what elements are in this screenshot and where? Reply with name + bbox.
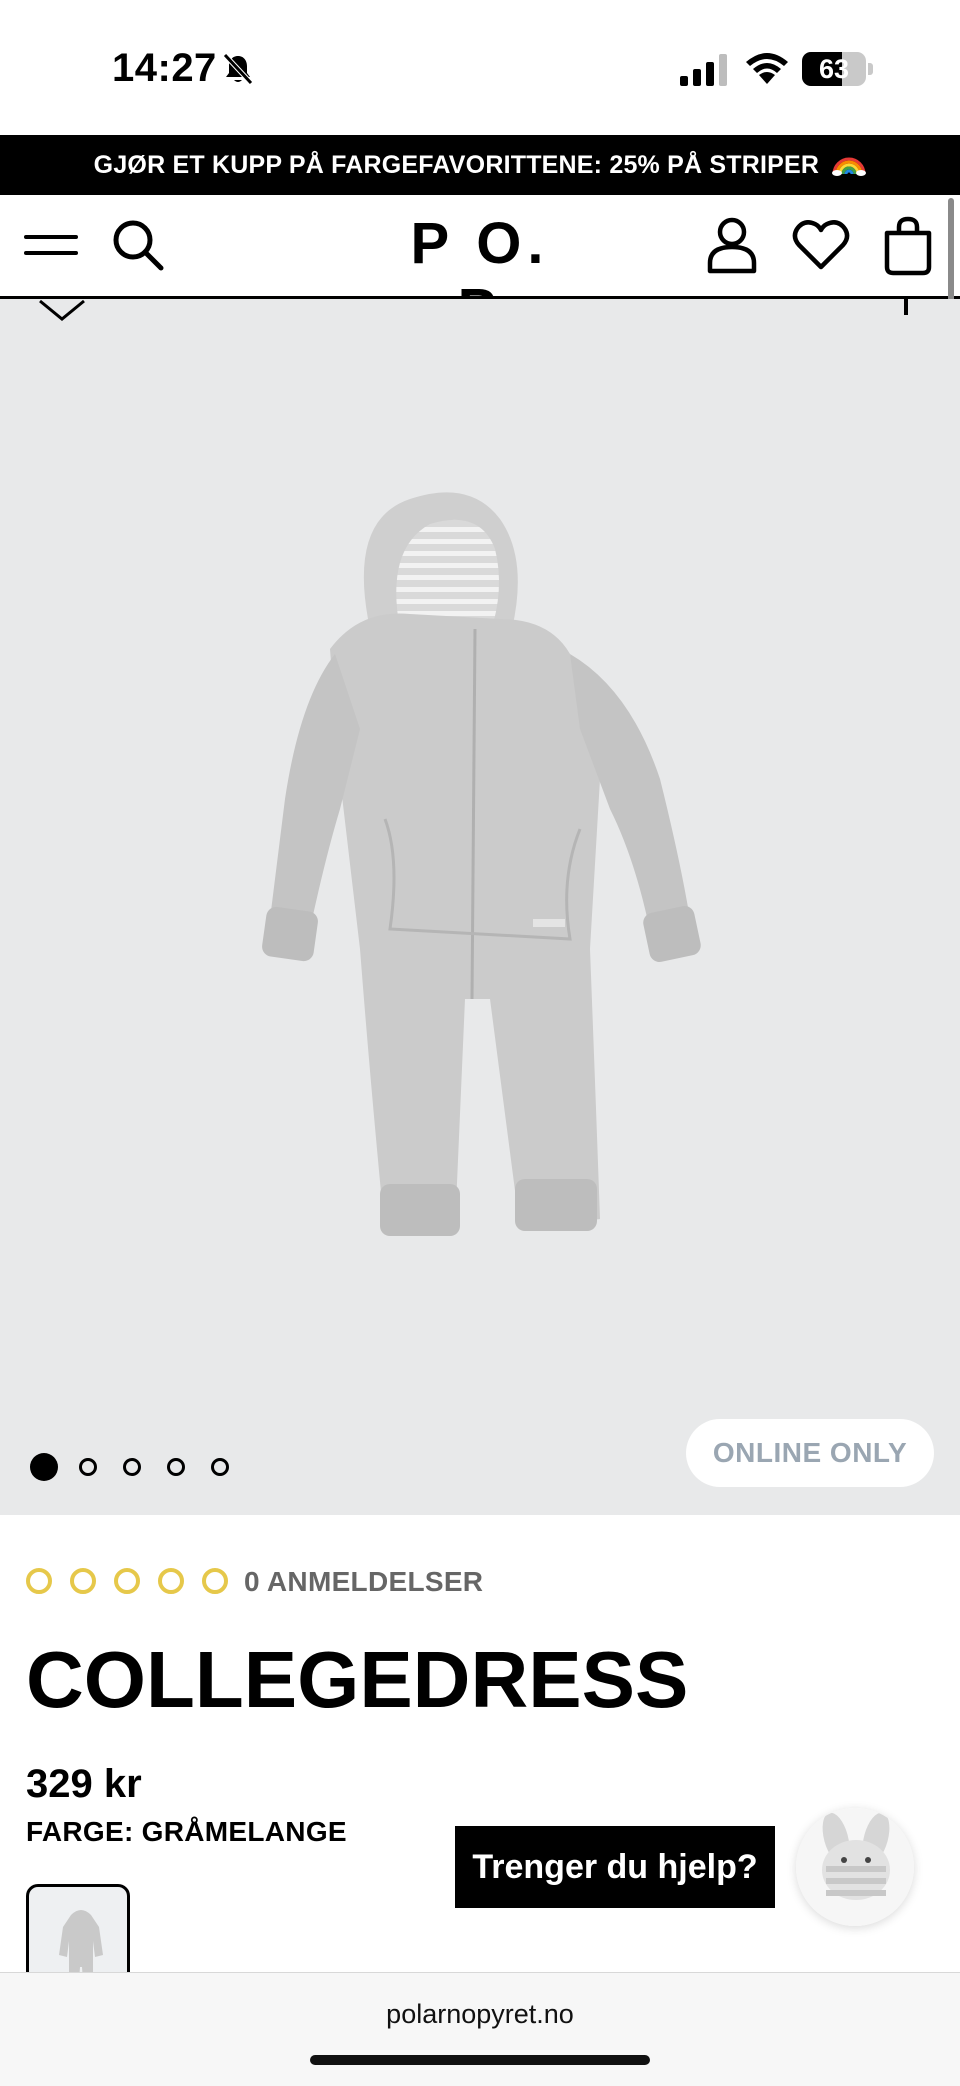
signal-icon: [680, 54, 727, 86]
gallery-dot[interactable]: [30, 1453, 58, 1481]
wifi-icon: [746, 53, 788, 84]
status-time: 14:27: [112, 46, 217, 90]
menu-icon[interactable]: [24, 231, 80, 261]
rating-star-icon: [26, 1568, 52, 1594]
gallery-dot[interactable]: [123, 1458, 141, 1476]
status-bar: 14:27 63: [0, 0, 960, 135]
brand-logo[interactable]: P O. P: [390, 211, 570, 342]
chat-avatar-icon[interactable]: [796, 1808, 914, 1926]
help-chat-button[interactable]: Trenger du hjelp?: [455, 1826, 775, 1908]
gallery-dot[interactable]: [79, 1458, 97, 1476]
gallery-dot[interactable]: [167, 1458, 185, 1476]
browser-bottom-bar: polarnopyret.no: [0, 1972, 960, 2086]
online-only-badge: ONLINE ONLY: [686, 1419, 934, 1487]
battery-indicator: 63: [802, 52, 874, 86]
divider-mark: [904, 299, 908, 315]
product-title: COLLEGEDRESS: [26, 1635, 689, 1724]
product-gallery[interactable]: ONLINE ONLY: [0, 299, 960, 1515]
rating-star-icon: [114, 1568, 140, 1594]
reviews-count[interactable]: 0 ANMELDELSER: [244, 1566, 483, 1598]
search-icon[interactable]: [110, 217, 166, 273]
product-price: 329 kr: [26, 1762, 142, 1806]
heart-icon[interactable]: [792, 217, 850, 273]
site-header: P O. P: [0, 195, 960, 342]
bell-muted-icon: [223, 53, 253, 85]
gallery-dot[interactable]: [211, 1458, 229, 1476]
product-image[interactable]: [250, 479, 730, 1259]
rating-star-icon: [70, 1568, 96, 1594]
account-icon[interactable]: [706, 215, 758, 275]
rainbow-icon: [832, 157, 867, 177]
chevron-down-icon[interactable]: [38, 299, 86, 323]
rating-star-icon: [202, 1568, 228, 1594]
color-label: FARGE: GRÅMELANGE: [26, 1816, 347, 1847]
promo-text: GJØR ET KUPP PÅ FARGEFAVORITTENE: 25% PÅ…: [93, 151, 820, 179]
url-bar[interactable]: polarnopyret.no: [0, 1999, 960, 2030]
bag-icon[interactable]: [882, 215, 934, 277]
promo-banner[interactable]: GJØR ET KUPP PÅ FARGEFAVORITTENE: 25% PÅ…: [0, 135, 960, 195]
home-indicator[interactable]: [310, 2055, 650, 2065]
battery-percent: 63: [818, 54, 850, 84]
rating-star-icon: [158, 1568, 184, 1594]
